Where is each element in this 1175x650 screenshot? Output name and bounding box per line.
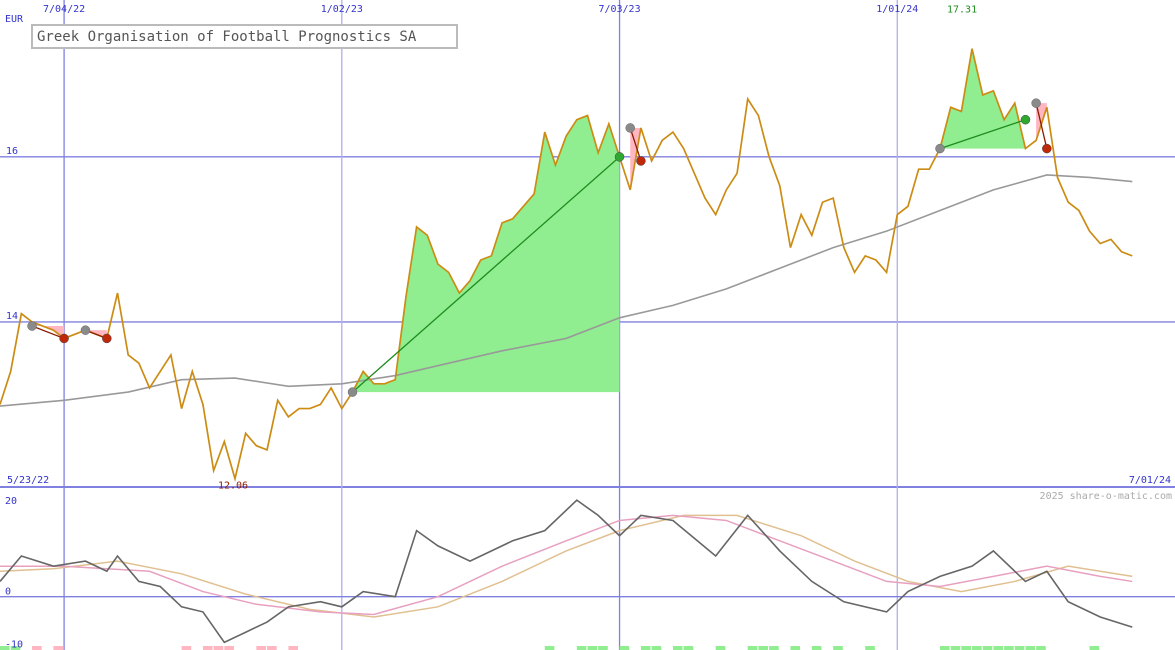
signal-bar-22 xyxy=(758,646,769,650)
signal-bar-17 xyxy=(651,646,662,650)
signal-bar-21 xyxy=(747,646,758,650)
signal-bar-9 xyxy=(267,646,277,650)
signal-bar-34 xyxy=(1004,646,1014,650)
trade-entry-1 xyxy=(80,325,91,335)
signal-bar-4 xyxy=(181,646,192,650)
signal-bar-31 xyxy=(972,646,982,650)
oscillator-line-1 xyxy=(0,514,1133,616)
signal-bar-20 xyxy=(715,646,726,650)
trade-entry-4 xyxy=(935,143,945,154)
signal-bar-26 xyxy=(833,646,843,650)
x-start-label: 5/23/22 xyxy=(7,475,49,486)
chart-title: Greek Organisation of Football Prognosti… xyxy=(37,29,417,45)
stock-chart: EUR 5/23/22 7/01/24 12.06 17.31 2025 sha… xyxy=(0,0,1175,650)
signal-bar-12 xyxy=(576,646,587,650)
signal-bar-23 xyxy=(769,646,779,650)
signal-bar-27 xyxy=(865,646,875,650)
trade-exit-0 xyxy=(59,333,69,344)
signal-bar-13 xyxy=(587,646,598,650)
signal-bar-15 xyxy=(619,646,630,650)
signal-bar-35 xyxy=(1014,646,1025,650)
oscillator-line-2 xyxy=(0,514,1133,618)
signal-bar-33 xyxy=(993,646,1004,650)
trade-fills xyxy=(0,48,1100,650)
signal-bar-19 xyxy=(683,646,694,650)
signal-bar-30 xyxy=(961,646,971,650)
osc-tick-label--10: -10 xyxy=(5,639,23,650)
signal-bar-32 xyxy=(982,646,993,650)
trade-exit-3 xyxy=(636,156,646,166)
trade-entry-0 xyxy=(27,321,37,331)
signal-bar-6 xyxy=(213,646,224,650)
signal-bar-10 xyxy=(288,646,299,650)
trade-exit-2 xyxy=(614,152,625,162)
x-tick-label-2: 7/03/23 xyxy=(598,4,640,15)
trade-entry-2 xyxy=(347,387,358,397)
signal-bar-8 xyxy=(256,646,266,650)
watermark: 2025 share-o-matic.com xyxy=(1040,491,1172,502)
chart-title-box: Greek Organisation of Football Prognosti… xyxy=(31,24,458,49)
signal-bar-25 xyxy=(811,646,822,650)
trade-entry-5 xyxy=(1031,98,1041,108)
signal-bar-2 xyxy=(32,646,42,650)
signal-bar-18 xyxy=(672,646,683,650)
trade-exit-1 xyxy=(102,333,112,344)
signal-bar-5 xyxy=(202,646,213,650)
x-end-label: 7/01/24 xyxy=(1129,475,1171,486)
signal-bar-24 xyxy=(790,646,801,650)
x-tick-label-0: 7/04/22 xyxy=(43,4,85,15)
y-tick-label-16: 16 xyxy=(6,146,18,157)
signal-bar-38 xyxy=(1089,646,1100,650)
signal-bar-16 xyxy=(640,646,651,650)
trade-entry-3 xyxy=(625,123,635,133)
osc-tick-label-0: 0 xyxy=(5,587,11,598)
x-tick-label-1: 1/02/23 xyxy=(321,4,363,15)
signal-bar-36 xyxy=(1025,646,1036,650)
signal-bar-37 xyxy=(1036,646,1046,650)
signal-bar-11 xyxy=(544,646,555,650)
trade-exit-4 xyxy=(1020,114,1031,125)
osc-tick-label-20: 20 xyxy=(5,496,17,507)
y-axis-unit: EUR xyxy=(5,14,24,25)
signal-bar-29 xyxy=(950,646,961,650)
signal-bar-14 xyxy=(598,646,608,650)
y-tick-label-14: 14 xyxy=(6,311,18,322)
signal-bar-3 xyxy=(53,646,64,650)
signal-bar-7 xyxy=(224,646,234,650)
trade-exit-5 xyxy=(1042,143,1052,154)
min-price-label: 12.06 xyxy=(218,481,248,492)
x-tick-label-3: 1/01/24 xyxy=(876,4,918,15)
signal-bar-28 xyxy=(940,646,950,650)
max-price-label: 17.31 xyxy=(947,5,977,16)
